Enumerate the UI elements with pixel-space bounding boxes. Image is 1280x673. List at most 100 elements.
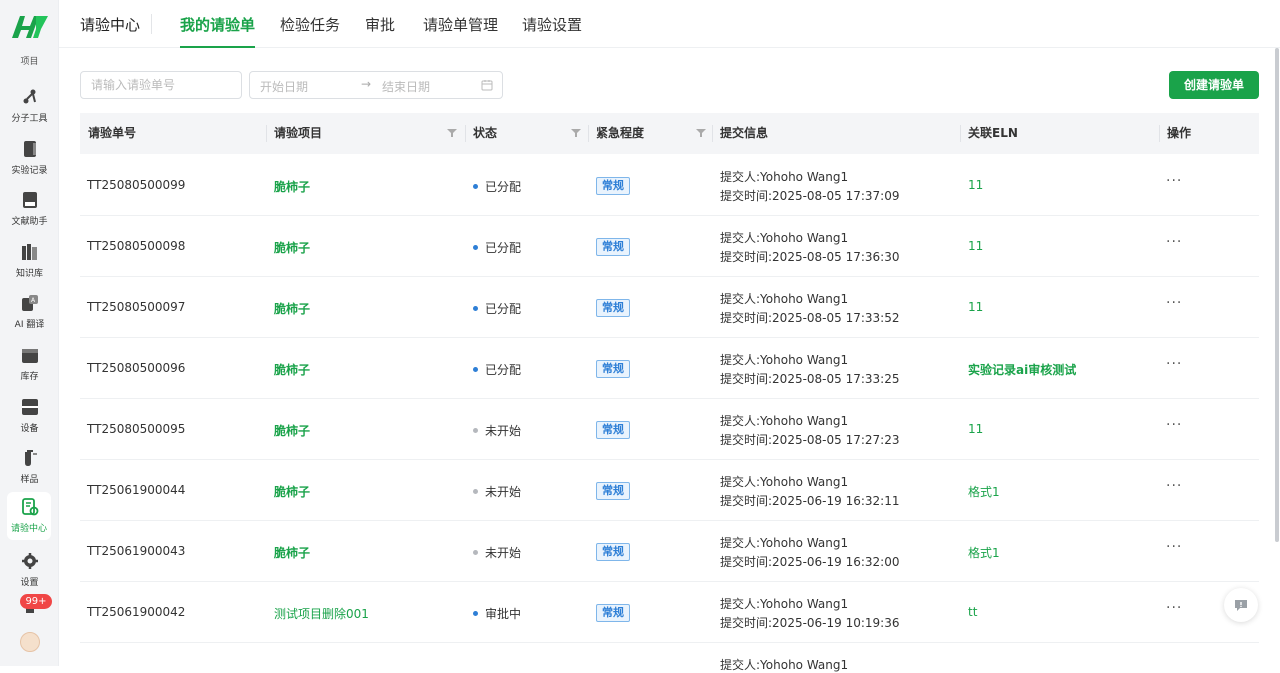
submitter: 提交人:Yohoho Wang1 xyxy=(720,597,849,611)
urgency-tag: 常规 xyxy=(596,543,630,561)
notification-button[interactable]: 99+ xyxy=(20,594,54,618)
tab-my-requests[interactable]: 我的请验单 xyxy=(180,14,256,48)
request-id-search-input[interactable]: 请输入请验单号 xyxy=(80,71,242,99)
table-row[interactable]: 提交人:Yohoho Wang1 xyxy=(80,643,1259,672)
more-actions-button[interactable]: ··· xyxy=(1166,356,1182,372)
table-row[interactable]: TT25061900044 脆柿子 未开始 常规 提交人:Yohoho Wang… xyxy=(80,460,1259,521)
sidebar-item-label: 设备 xyxy=(20,424,39,434)
more-actions-button[interactable]: ··· xyxy=(1166,173,1182,189)
project-link[interactable]: 脆柿子 xyxy=(274,178,310,195)
more-actions-button[interactable]: ··· xyxy=(1166,539,1182,555)
submitter: 提交人:Yohoho Wang1 xyxy=(720,658,849,672)
status-dot xyxy=(473,428,478,433)
status-dot xyxy=(473,306,478,311)
more-actions-button[interactable]: ··· xyxy=(1166,600,1182,616)
tab-approval[interactable]: 审批 xyxy=(365,14,395,48)
table-row[interactable]: TT25080500095 脆柿子 未开始 常规 提交人:Yohoho Wang… xyxy=(80,399,1259,460)
column-separator xyxy=(1159,125,1160,142)
page-scrollbar[interactable] xyxy=(1275,48,1279,542)
table-row[interactable]: TT25061900042 测试项目删除001 审批中 常规 提交人:Yohoh… xyxy=(80,582,1259,643)
sidebar-item-sample[interactable]: 样品 xyxy=(0,447,59,495)
table-row[interactable]: TT25080500097 脆柿子 已分配 常规 提交人:Yohoho Wang… xyxy=(80,277,1259,338)
sidebar-item-settings[interactable]: 设置 xyxy=(0,550,59,598)
sidebar-item-literature[interactable]: 文献助手 xyxy=(0,189,59,237)
message-icon xyxy=(1235,600,1247,611)
eln-link[interactable]: 11 xyxy=(968,239,983,253)
tab-request-settings[interactable]: 请验设置 xyxy=(522,14,582,48)
column-separator xyxy=(960,125,961,142)
table-row[interactable]: TT25080500099 脆柿子 已分配 常规 提交人:Yohoho Wang… xyxy=(80,155,1259,216)
knowledge-base-icon xyxy=(22,244,37,260)
more-actions-button[interactable]: ··· xyxy=(1166,234,1182,250)
request-id: TT25061900044 xyxy=(87,483,186,497)
submit-time: 提交时间:2025-06-19 16:32:11 xyxy=(720,494,900,508)
submit-time: 提交时间:2025-08-05 17:36:30 xyxy=(720,250,900,264)
sidebar-item-label: 实验记录 xyxy=(11,166,48,176)
more-actions-button[interactable]: ··· xyxy=(1166,295,1182,311)
feedback-button[interactable] xyxy=(1224,588,1258,622)
status-text: 未开始 xyxy=(485,546,522,560)
inspection-center-icon xyxy=(22,498,39,516)
submitter: 提交人:Yohoho Wang1 xyxy=(720,292,849,306)
sidebar-item-inspection-center[interactable]: 请验中心 xyxy=(7,492,51,540)
request-id: TT25080500095 xyxy=(87,422,186,436)
project-link[interactable]: 测试项目删除001 xyxy=(274,605,369,622)
column-separator xyxy=(266,125,267,142)
table-row[interactable]: TT25080500098 脆柿子 已分配 常规 提交人:Yohoho Wang… xyxy=(80,216,1259,277)
section-title: 请验中心 xyxy=(80,16,141,34)
status-text: 未开始 xyxy=(485,424,522,438)
sidebar-item-device[interactable]: 设备 xyxy=(0,396,59,444)
submit-time: 提交时间:2025-06-19 10:19:36 xyxy=(720,616,900,630)
sidebar-item-knowledge-base[interactable]: 知识库 xyxy=(0,241,59,289)
filter-icon[interactable] xyxy=(571,128,581,138)
project-link[interactable]: 脆柿子 xyxy=(274,544,310,561)
submitter: 提交人:Yohoho Wang1 xyxy=(720,536,849,550)
start-date-field[interactable]: 开始日期 xyxy=(260,78,308,95)
sample-icon xyxy=(25,450,37,466)
status-dot xyxy=(473,184,478,189)
eln-link[interactable]: 11 xyxy=(968,422,983,436)
eln-link[interactable]: 实验记录ai审核测试 xyxy=(968,361,1076,378)
request-id: TT25080500098 xyxy=(87,239,186,253)
inventory-icon xyxy=(22,349,38,363)
device-icon xyxy=(22,399,38,415)
create-request-button[interactable]: 创建请验单 xyxy=(1169,71,1259,99)
app-logo[interactable] xyxy=(10,12,50,42)
project-link[interactable]: 脆柿子 xyxy=(274,483,310,500)
project-link[interactable]: 脆柿子 xyxy=(274,300,310,317)
eln-link[interactable]: 11 xyxy=(968,178,983,192)
calendar-icon xyxy=(481,80,493,91)
project-link[interactable]: 脆柿子 xyxy=(274,361,310,378)
column-header-urgency: 紧急程度 xyxy=(596,126,645,140)
eln-link[interactable]: tt xyxy=(968,605,977,619)
eln-link[interactable]: 格式1 xyxy=(968,483,1000,500)
tab-request-management[interactable]: 请验单管理 xyxy=(423,14,498,48)
filter-icon[interactable] xyxy=(696,128,706,138)
eln-link[interactable]: 11 xyxy=(968,300,983,314)
submit-time: 提交时间:2025-08-05 17:27:23 xyxy=(720,433,900,447)
more-actions-button[interactable]: ··· xyxy=(1166,478,1182,494)
status: 未开始 xyxy=(473,544,521,561)
project-link[interactable]: 脆柿子 xyxy=(274,239,310,256)
sidebar-item-ai-translate[interactable]: A AI 翻译 xyxy=(0,292,59,340)
sidebar-item-inventory[interactable]: 库存 xyxy=(0,344,59,392)
sidebar-item-experiment-record[interactable]: 实验记录 xyxy=(0,138,59,186)
sidebar-item-molecule-tool[interactable]: 分子工具 xyxy=(0,86,59,134)
sidebar-item-label: 样品 xyxy=(20,475,39,485)
request-id: TT25061900043 xyxy=(87,544,186,558)
end-date-field[interactable]: 结束日期 xyxy=(382,78,430,95)
date-range-picker[interactable]: 开始日期 → 结束日期 xyxy=(249,71,503,99)
experiment-record-icon xyxy=(24,141,36,157)
table-row[interactable]: TT25061900043 脆柿子 未开始 常规 提交人:Yohoho Wang… xyxy=(80,521,1259,582)
column-header-actions: 操作 xyxy=(1167,126,1192,140)
more-actions-button[interactable]: ··· xyxy=(1166,417,1182,433)
tab-inspection-tasks[interactable]: 检验任务 xyxy=(280,14,340,48)
status-dot xyxy=(473,611,478,616)
project-link[interactable]: 脆柿子 xyxy=(274,422,310,439)
column-header-submission: 提交信息 xyxy=(720,126,769,140)
filter-icon[interactable] xyxy=(447,128,457,138)
eln-link[interactable]: 格式1 xyxy=(968,544,1000,561)
table-row[interactable]: TT25080500096 脆柿子 已分配 常规 提交人:Yohoho Wang… xyxy=(80,338,1259,399)
sidebar-item-project-partial[interactable]: 项目 xyxy=(0,46,59,68)
user-avatar[interactable] xyxy=(20,632,40,652)
